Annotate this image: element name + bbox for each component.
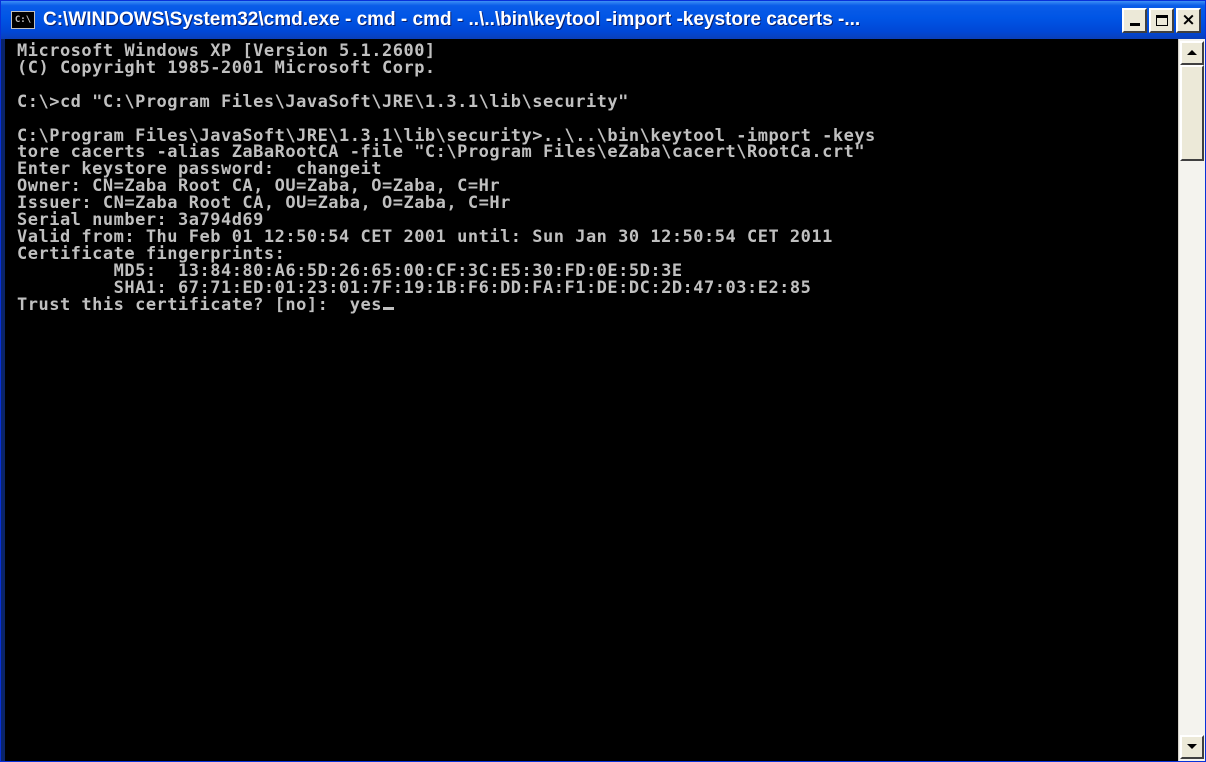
console-text: Microsoft Windows XP [Version 5.1.2600] … — [5, 39, 1178, 314]
console-input[interactable]: yes — [350, 295, 382, 315]
console-lines: Microsoft Windows XP [Version 5.1.2600] … — [17, 41, 876, 298]
scroll-down-arrow-icon — [1187, 744, 1197, 749]
scroll-down-button[interactable] — [1180, 735, 1204, 759]
text-cursor — [383, 306, 394, 310]
title-bar[interactable]: C:\ C:\WINDOWS\System32\cmd.exe - cmd - … — [1, 1, 1205, 39]
minimize-icon — [1130, 22, 1140, 26]
scroll-up-button[interactable] — [1180, 41, 1204, 65]
console-line: (C) Copyright 1985-2001 Microsoft Corp. — [17, 57, 436, 78]
close-button[interactable]: × — [1176, 7, 1201, 33]
console-output[interactable]: Microsoft Windows XP [Version 5.1.2600] … — [5, 39, 1178, 761]
window-title: C:\WINDOWS\System32\cmd.exe - cmd - cmd … — [43, 9, 861, 30]
close-icon: × — [1181, 9, 1196, 30]
console-line: C:\>cd "C:\Program Files\JavaSoft\JRE\1.… — [17, 91, 629, 112]
console-icon[interactable]: C:\ — [11, 11, 35, 29]
maximize-icon — [1155, 14, 1168, 26]
maximize-button[interactable] — [1149, 7, 1174, 33]
vertical-scrollbar[interactable] — [1178, 39, 1205, 761]
scroll-up-arrow-icon — [1187, 50, 1197, 55]
title-bar-buttons: × — [1122, 7, 1201, 33]
scrollbar-thumb[interactable] — [1180, 65, 1204, 161]
cmd-window: C:\ C:\WINDOWS\System32\cmd.exe - cmd - … — [0, 0, 1206, 762]
console-prompt: Trust this certificate? [no]: — [17, 294, 350, 315]
minimize-button[interactable] — [1122, 7, 1147, 33]
